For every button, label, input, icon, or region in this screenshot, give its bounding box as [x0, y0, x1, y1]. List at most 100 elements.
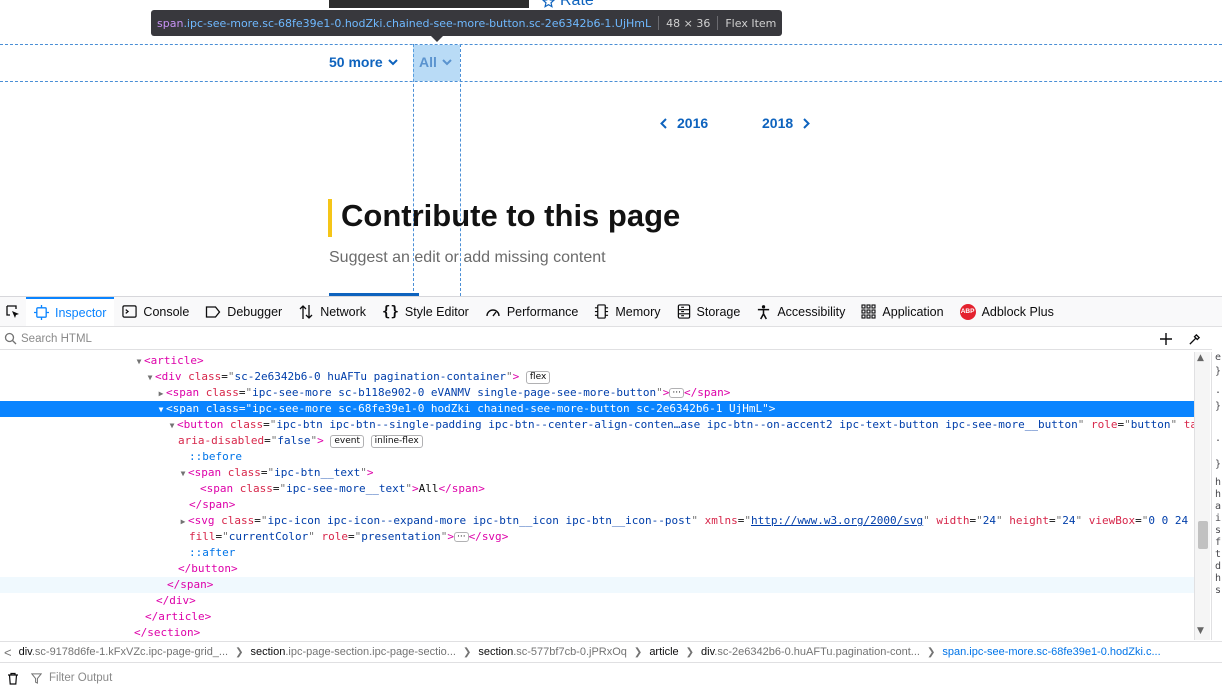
tab-inspector[interactable]: Inspector — [26, 297, 115, 326]
tree-node-close-section[interactable]: </section> — [0, 625, 1194, 639]
collapsed-ellipsis[interactable]: ··· — [669, 388, 684, 398]
network-icon — [299, 304, 313, 319]
crumb-tag: span — [942, 646, 967, 658]
side-char: e — [1215, 352, 1222, 363]
node-tag: span — [697, 386, 724, 399]
markup-scrollbar[interactable]: ▲ ▼ — [1194, 352, 1210, 640]
crumb-tag: section — [250, 646, 286, 658]
memory-icon — [595, 304, 609, 319]
tree-node-close-span-outer[interactable]: </span> — [0, 577, 1194, 593]
tooltip-separator — [717, 16, 719, 30]
expand-toggle-icon[interactable]: ▶ — [156, 386, 166, 402]
tree-node-article[interactable]: ▼ <article> — [0, 353, 1194, 369]
tree-node-after[interactable]: ::after — [0, 545, 1194, 561]
breadcrumb-item[interactable]: div.sc-9178d6fe-1.kFxVZc.ipc-page-grid_.… — [16, 646, 232, 658]
xmlns-link[interactable]: http://www.w3.org/2000/svg — [751, 514, 923, 527]
tab-storage[interactable]: Storage — [669, 297, 749, 326]
search-icon — [4, 332, 17, 345]
tab-network[interactable]: Network — [290, 297, 374, 326]
tree-node-close-article[interactable]: </article> — [0, 609, 1194, 625]
pseudo-after: ::after — [189, 546, 236, 559]
tree-node-pagination-container[interactable]: ▼ <div class="sc-2e6342b6-0 huAFTu pagina… — [0, 369, 1194, 385]
collapsed-ellipsis[interactable]: ··· — [453, 532, 469, 542]
tab-adblock-plus[interactable]: ABP Adblock Plus — [952, 297, 1062, 326]
node-tag: div — [169, 594, 190, 607]
tab-label: Accessibility — [777, 304, 846, 319]
gauge-icon — [486, 308, 500, 316]
element-picker-button[interactable] — [0, 297, 26, 326]
tab-label: Inspector — [55, 305, 107, 320]
search-html-input[interactable] — [17, 332, 1117, 345]
tree-node-close-div[interactable]: </div> — [0, 593, 1194, 609]
expand-toggle-icon[interactable]: ▼ — [167, 418, 177, 434]
breadcrumb-item[interactable]: section.ipc-page-section.ipc-page-sectio… — [248, 646, 459, 658]
expand-toggle-icon[interactable]: ▼ — [156, 402, 166, 418]
see-more-label: 50 more — [329, 54, 383, 70]
event-badge[interactable]: event — [330, 435, 364, 448]
tab-accessibility[interactable]: Accessibility — [748, 297, 853, 326]
node-aria-disabled: false — [277, 434, 311, 447]
expand-toggle-icon[interactable]: ▶ — [178, 514, 188, 530]
node-tag: span — [172, 386, 200, 399]
node-class: sc-2e6342b6-0 huAFTu pagination-containe… — [234, 370, 507, 383]
inline-flex-badge[interactable]: inline-flex — [370, 435, 423, 448]
crumb-class: .sc-9178d6fe-1.kFxVZc.ipc-page-grid_... — [31, 646, 229, 658]
scroll-down-icon[interactable]: ▼ — [1197, 626, 1204, 636]
breadcrumb-scroll-left-icon[interactable]: < — [0, 645, 16, 660]
node-class: ipc-btn ipc-btn--single-padding ipc-btn-… — [276, 418, 1078, 431]
expand-toggle-icon[interactable]: ▼ — [178, 466, 188, 482]
tree-node-close-button[interactable]: </button> — [0, 561, 1194, 577]
tree-node-svg[interactable]: ▶ <svg class="ipc-icon ipc-icon--expand-m… — [0, 513, 1194, 529]
node-role: presentation — [361, 530, 441, 543]
see-more-button[interactable]: 50 more — [329, 54, 398, 70]
tab-console[interactable]: Console — [114, 297, 197, 326]
devtools-toolbar: Inspector Console Debugger Network {} St… — [0, 297, 1222, 327]
tab-debugger[interactable]: Debugger — [197, 297, 290, 326]
expand-toggle-icon[interactable]: ▼ — [145, 370, 155, 386]
tree-node-close-span[interactable]: </span> — [0, 497, 1194, 513]
tree-node-chained-see-more[interactable]: ▼ <span class="ipc-see-more sc-68fe39e1-0… — [0, 401, 1194, 417]
add-node-button[interactable] — [1156, 330, 1176, 348]
trash-icon[interactable] — [7, 672, 19, 685]
breadcrumb-item-selected[interactable]: span.ipc-see-more.sc-68fe39e1-0.hodZki.c… — [939, 646, 1163, 658]
filter-output-input[interactable] — [47, 671, 347, 685]
star-icon — [542, 0, 555, 8]
tab-application[interactable]: Application — [853, 297, 951, 326]
expand-toggle-icon[interactable]: ▼ — [134, 354, 144, 370]
tab-style-editor[interactable]: {} Style Editor — [374, 297, 477, 326]
node-class: ipc-see-more sc-68fe39e1-0 hodZki chaine… — [252, 402, 763, 415]
next-year-link[interactable]: 2018 — [762, 115, 811, 131]
side-char: . — [1215, 385, 1222, 396]
tree-node-before[interactable]: ::before — [0, 449, 1194, 465]
rules-sidebar-edge: e } . } . } h h a i s f t d h s — [1211, 352, 1222, 640]
eyedropper-button[interactable] — [1184, 330, 1204, 348]
flex-badge[interactable]: flex — [525, 371, 551, 384]
poster-image[interactable] — [329, 0, 529, 8]
plus-icon — [1160, 333, 1172, 345]
tab-memory[interactable]: Memory — [586, 297, 668, 326]
node-tag: span — [206, 482, 234, 495]
scroll-up-icon[interactable]: ▲ — [1197, 353, 1204, 363]
tree-node-svg-cont[interactable]: fill="currentColor" role="presentation">… — [0, 529, 1194, 545]
scrollbar-thumb[interactable] — [1198, 521, 1208, 549]
breadcrumb-item[interactable]: section.sc-577bf7cb-0.jPRxOq — [475, 646, 630, 658]
inspector-icon — [34, 305, 49, 320]
grid-icon — [861, 304, 876, 319]
tab-performance[interactable]: Performance — [477, 297, 587, 326]
crumb-class: .ipc-see-more.sc-68fe39e1-0.hodZki.c... — [966, 646, 1161, 658]
prev-year-link[interactable]: 2016 — [660, 115, 708, 131]
all-button[interactable]: All — [419, 54, 452, 70]
node-tag: button — [183, 418, 224, 431]
chevron-down-icon — [387, 58, 398, 65]
breadcrumb-item[interactable]: article — [646, 646, 681, 658]
side-char: t — [1215, 549, 1222, 560]
tree-node-btn-text[interactable]: ▼ <span class="ipc-btn__text"> — [0, 465, 1194, 481]
tree-node-button[interactable]: ▼ <button class="ipc-btn ipc-btn--single-… — [0, 417, 1194, 433]
breadcrumb-item[interactable]: div.sc-2e6342b6-0.huAFTu.pagination-cont… — [698, 646, 923, 658]
tree-node-single-see-more[interactable]: ▶ <span class="ipc-see-more sc-b118e902-0… — [0, 385, 1194, 401]
tree-node-button-cont[interactable]: aria-disabled="false"> event inline-flex — [0, 433, 1194, 449]
devtools-panel: Inspector Console Debugger Network {} St… — [0, 296, 1222, 691]
tab-label: Console — [143, 304, 190, 319]
tree-node-see-more-text[interactable]: <span class="ipc-see-more__text">All</sp… — [0, 481, 1194, 497]
rate-button[interactable]: Rate — [542, 0, 594, 10]
